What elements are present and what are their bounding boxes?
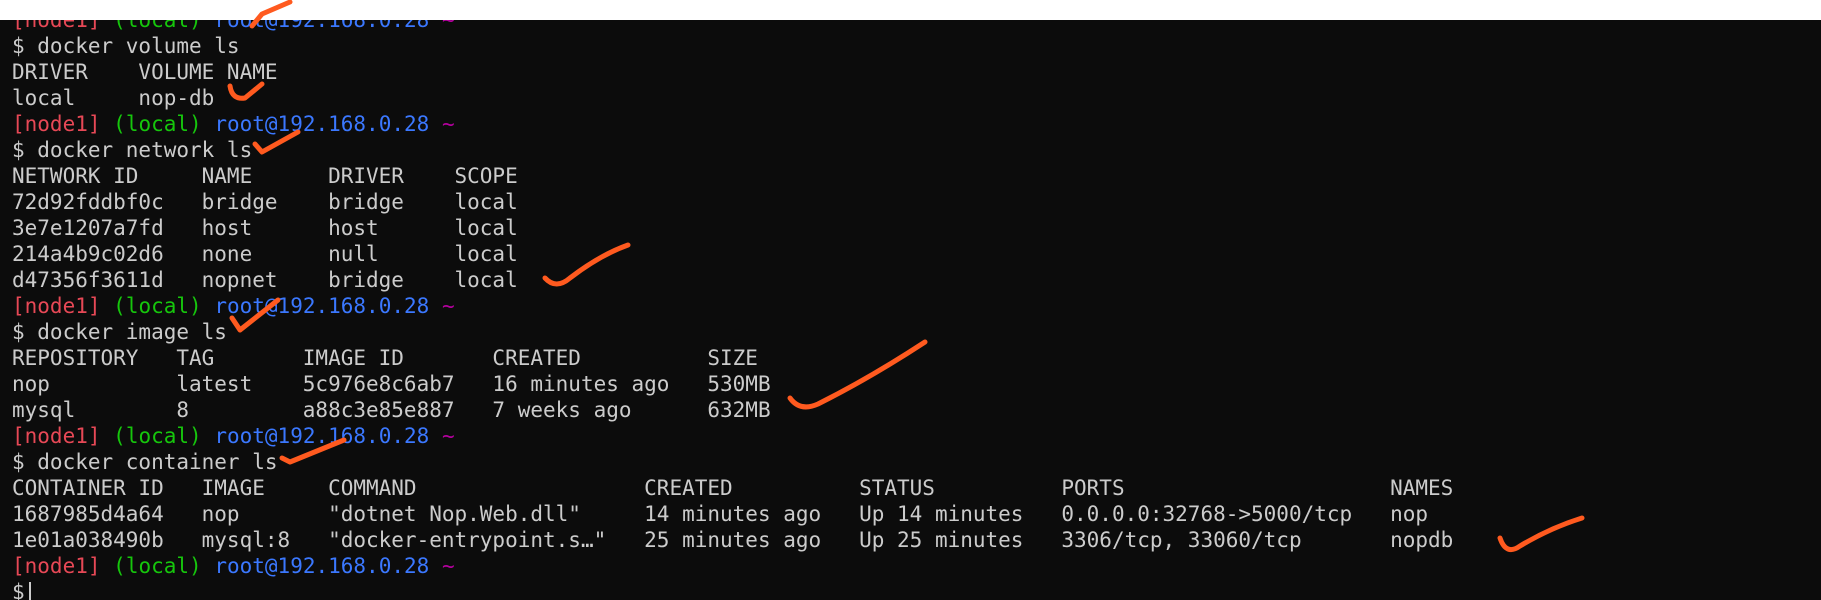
prompt-node: [node1] <box>12 554 101 578</box>
volume-table-header: DRIVER VOLUME NAME <box>12 60 278 84</box>
prompt-env: (local) <box>113 554 202 578</box>
prompt-line: [node1] (local) root@192.168.0.28 ~ <box>12 553 1453 579</box>
prompt-node: [node1] <box>12 294 101 318</box>
image-table-header: REPOSITORY TAG IMAGE ID CREATED SIZE <box>12 346 758 370</box>
text-cursor <box>28 582 31 600</box>
prompt-node: [node1] <box>12 20 101 32</box>
prompt-user-host: root@192.168.0.28 <box>214 112 430 136</box>
prompt-env: (local) <box>113 294 202 318</box>
command-image-ls: $ docker image ls <box>12 320 227 344</box>
prompt-tilde: ~ <box>441 20 455 32</box>
prompt-user-host: root@192.168.0.28 <box>214 294 430 318</box>
input-line[interactable]: $ <box>12 579 1453 600</box>
prompt-line: [node1] (local) root@192.168.0.28 ~ <box>12 423 1453 449</box>
prompt-line-partial: [node1] (local) root@192.168.0.28 ~ <box>12 20 1453 33</box>
prompt-tilde: ~ <box>441 424 455 448</box>
prompt-env: (local) <box>113 112 202 136</box>
prompt-line: [node1] (local) root@192.168.0.28 ~ <box>12 293 1453 319</box>
command-volume-ls: $ docker volume ls <box>12 34 240 58</box>
image-row: mysql 8 a88c3e85e887 7 weeks ago 632MB <box>12 398 771 422</box>
container-row: 1e01a038490b mysql:8 "docker-entrypoint.… <box>12 528 1454 552</box>
terminal-window[interactable]: [node1] (local) root@192.168.0.28 ~ $ do… <box>0 20 1821 600</box>
network-row: 214a4b9c02d6 none null local <box>12 242 518 266</box>
screen: [node1] (local) root@192.168.0.28 ~ $ do… <box>0 0 1821 600</box>
prompt-env: (local) <box>113 424 202 448</box>
input-prompt-dollar: $ <box>12 580 25 600</box>
container-row: 1687985d4a64 nop "dotnet Nop.Web.dll" 14… <box>12 502 1429 526</box>
prompt-tilde: ~ <box>441 294 455 318</box>
prompt-node: [node1] <box>12 112 101 136</box>
prompt-user-host: root@192.168.0.28 <box>214 20 430 32</box>
network-table-header: NETWORK ID NAME DRIVER SCOPE <box>12 164 518 188</box>
network-row: 72d92fddbf0c bridge bridge local <box>12 190 518 214</box>
image-row: nop latest 5c976e8c6ab7 16 minutes ago 5… <box>12 372 771 396</box>
prompt-env: (local) <box>113 20 202 32</box>
network-row: 3e7e1207a7fd host host local <box>12 216 518 240</box>
terminal-output: [node1] (local) root@192.168.0.28 ~ $ do… <box>12 20 1453 600</box>
command-network-ls: $ docker network ls <box>12 138 253 162</box>
volume-row: local nop-db <box>12 86 215 110</box>
prompt-user-host: root@192.168.0.28 <box>214 424 430 448</box>
network-row: d47356f3611d nopnet bridge local <box>12 268 518 292</box>
prompt-user-host: root@192.168.0.28 <box>214 554 430 578</box>
container-table-header: CONTAINER ID IMAGE COMMAND CREATED STATU… <box>12 476 1454 500</box>
prompt-node: [node1] <box>12 424 101 448</box>
prompt-line: [node1] (local) root@192.168.0.28 ~ <box>12 111 1453 137</box>
prompt-tilde: ~ <box>441 112 455 136</box>
command-container-ls: $ docker container ls <box>12 450 278 474</box>
prompt-tilde: ~ <box>441 554 455 578</box>
